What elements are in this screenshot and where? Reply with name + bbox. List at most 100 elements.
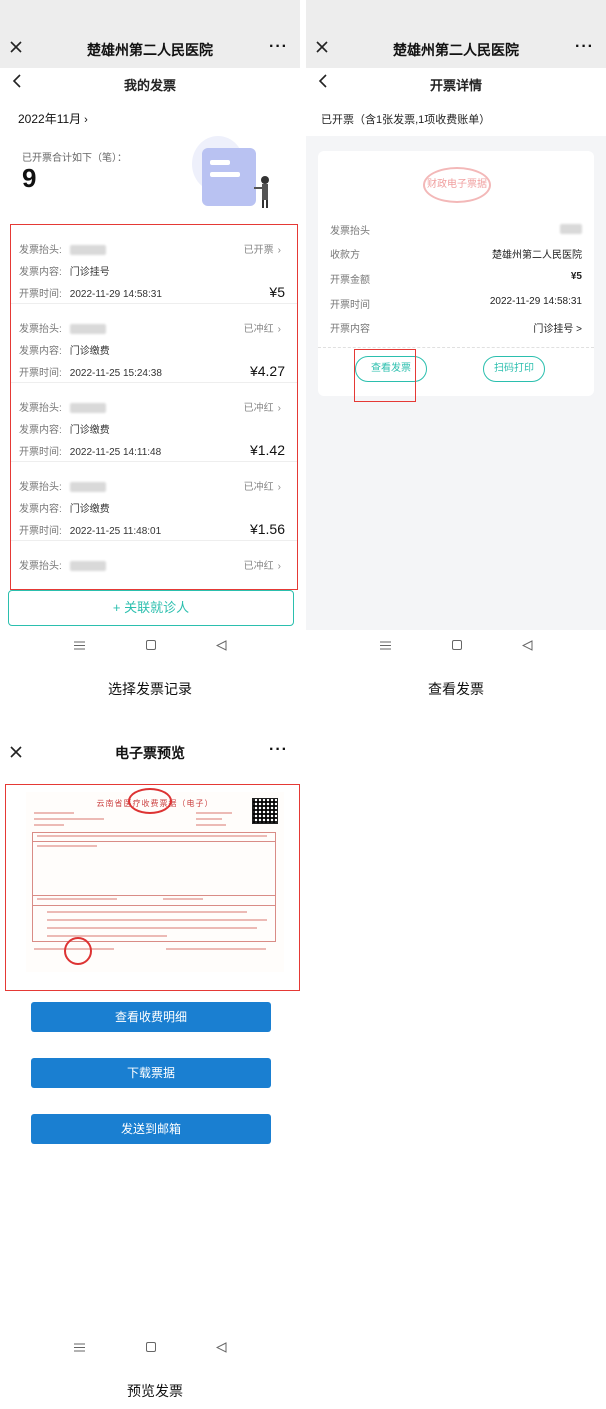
- list-item[interactable]: 发票抬头: 已冲红 › 发票内容: 门诊缴费 开票时间: 2022-11-25 15:…: [11, 304, 297, 383]
- e-invoice-document: 云南省医疗收费票据（电子）: [26, 788, 284, 972]
- amount: ¥1.56: [249, 521, 285, 537]
- chevron-right-icon: ›: [277, 324, 281, 335]
- view-charge-details-button[interactable]: 查看收费明细: [31, 1002, 271, 1032]
- chevron-right-icon: ›: [277, 403, 281, 414]
- caption-select-record: 选择发票记录: [108, 681, 192, 697]
- nav-back-icon[interactable]: [216, 640, 227, 651]
- page-header: 开票详情: [306, 68, 606, 98]
- blurred-name: [69, 482, 106, 493]
- time-label: 开票时间:: [19, 289, 62, 300]
- detail-label: 开票内容: [330, 324, 370, 335]
- caption-preview-invoice: 预览发票: [127, 1383, 183, 1399]
- wechat-title: 电子票预览: [115, 745, 185, 761]
- android-nav-bar: [0, 1332, 300, 1372]
- invoice-preview-frame[interactable]: 云南省医疗收费票据（电子）: [5, 784, 300, 991]
- header-label: 发票抬头:: [19, 561, 62, 572]
- home-icon[interactable]: [452, 640, 462, 650]
- nav-back-icon[interactable]: [216, 1342, 227, 1353]
- blurred-name: [69, 403, 106, 414]
- highlight-box: [354, 349, 416, 402]
- detail-row: 开票时间 2022-11-29 14:58:31: [330, 296, 582, 314]
- detail-row: 发票抬头: [330, 222, 582, 240]
- chevron-right-icon: ›: [277, 561, 281, 572]
- home-icon[interactable]: [146, 1342, 156, 1352]
- list-item[interactable]: 发票抬头: 已冲红 ›: [11, 541, 297, 589]
- detail-value: 楚雄州第二人民医院: [492, 250, 582, 261]
- time-value: 2022-11-29 14:58:31: [69, 289, 162, 300]
- list-item[interactable]: 发票抬头: 已冲红 › 发票内容: 门诊缴费 开票时间: 2022-11-25 14:…: [11, 383, 297, 462]
- month-label: 2022年11月: [18, 112, 82, 126]
- wechat-title: 楚雄州第二人民医院: [393, 42, 519, 58]
- more-icon[interactable]: ···: [269, 741, 288, 759]
- qr-code-icon: [252, 798, 278, 824]
- blurred-name: [69, 245, 106, 256]
- summary-label: 已开票合计如下（笔）：: [22, 153, 127, 164]
- add-patient-button[interactable]: + 关联就诊人: [8, 590, 294, 626]
- wechat-title-bar: 电子票预览 ···: [0, 703, 300, 761]
- home-icon[interactable]: [146, 640, 156, 650]
- amount: ¥5: [269, 284, 285, 300]
- content-label: 发票内容:: [19, 504, 62, 515]
- time-label: 开票时间:: [19, 447, 62, 458]
- caption-view-invoice: 查看发票: [428, 681, 484, 697]
- time-value: 2022-11-25 15:24:38: [69, 368, 162, 379]
- wechat-title: 楚雄州第二人民医院: [87, 42, 213, 58]
- detail-row[interactable]: 开票内容 门诊挂号 >: [330, 320, 582, 338]
- status-badge: 已冲红: [243, 482, 274, 493]
- content-label: 发票内容:: [19, 425, 62, 436]
- seal-icon: [128, 788, 172, 814]
- scan-print-button[interactable]: 扫码打印: [483, 356, 545, 382]
- status-badge: 已冲红: [243, 561, 274, 572]
- header-label: 发票抬头:: [19, 324, 62, 335]
- time-label: 开票时间:: [19, 368, 62, 379]
- detail-header-strip: 已开票（含1张发票,1项收费账单）: [306, 98, 606, 136]
- detail-value: ¥5: [570, 271, 582, 282]
- header-label: 发票抬头:: [19, 245, 62, 256]
- amount: ¥4.27: [249, 363, 285, 379]
- content-value: 门诊缴费: [69, 425, 110, 436]
- time-value: 2022-11-25 11:48:01: [69, 526, 162, 537]
- content-label: 发票内容:: [19, 346, 62, 357]
- more-icon[interactable]: ···: [575, 38, 594, 56]
- android-nav-bar: [0, 630, 300, 670]
- detail-header: 已开票（含1张发票,1项收费账单）: [321, 114, 491, 126]
- more-icon[interactable]: ···: [269, 38, 288, 56]
- status-badge: 已冲红: [243, 324, 274, 335]
- android-nav-bar: [306, 630, 606, 668]
- invoice-record-list[interactable]: 发票抬头: 已开票 › 发票内容: 门诊挂号 开票时间: 2022-11-29 14:…: [10, 224, 298, 590]
- content-value: 门诊缴费: [69, 346, 110, 357]
- month-selector[interactable]: 2022年11月 ›: [18, 110, 88, 127]
- wechat-title-bar: 楚雄州第二人民医院 ···: [0, 0, 300, 68]
- doc-table: [32, 832, 276, 942]
- blurred-name: [69, 561, 106, 572]
- list-item[interactable]: 发票抬头: 已开票 › 发票内容: 门诊挂号 开票时间: 2022-11-29 14:…: [11, 225, 297, 304]
- list-item[interactable]: 发票抬头: 已冲红 › 发票内容: 门诊缴费 开票时间: 2022-11-25 11:…: [11, 462, 297, 541]
- detail-label: 收款方: [330, 250, 360, 261]
- wechat-title-bar: 楚雄州第二人民医院 ···: [306, 0, 606, 68]
- chevron-right-icon: ›: [277, 482, 281, 493]
- menu-icon[interactable]: [74, 641, 85, 650]
- page-title: 开票详情: [429, 78, 482, 93]
- menu-icon[interactable]: [74, 1343, 85, 1352]
- detail-row: 开票金额 ¥5: [330, 271, 582, 289]
- status-badge: 已冲红: [243, 403, 274, 414]
- detail-label: 发票抬头: [330, 226, 370, 237]
- chevron-right-icon: ›: [84, 114, 88, 126]
- detail-row: 收款方 楚雄州第二人民医院: [330, 246, 582, 264]
- detail-label: 开票时间: [330, 300, 370, 311]
- menu-icon[interactable]: [380, 641, 391, 650]
- divider: [318, 347, 594, 348]
- detail-value: 2022-11-29 14:58:31: [489, 296, 582, 307]
- content-value: 门诊挂号: [69, 267, 110, 278]
- panel-invoice-detail: 楚雄州第二人民医院 ··· 开票详情 已开票（含1张发票,1项收费账单） 财政电…: [306, 0, 606, 668]
- nav-back-icon[interactable]: [522, 640, 533, 651]
- finance-stamp: 财政电子票据: [423, 167, 491, 203]
- send-to-email-button[interactable]: 发送到邮箱: [31, 1114, 271, 1144]
- detail-label: 开票金额: [330, 275, 370, 286]
- amount: ¥1.42: [249, 442, 285, 458]
- download-receipt-button[interactable]: 下载票据: [31, 1058, 271, 1088]
- header-label: 发票抬头:: [19, 482, 62, 493]
- header-label: 发票抬头:: [19, 403, 62, 414]
- page-header: 我的发票: [0, 68, 300, 98]
- blurred-name: [69, 324, 106, 335]
